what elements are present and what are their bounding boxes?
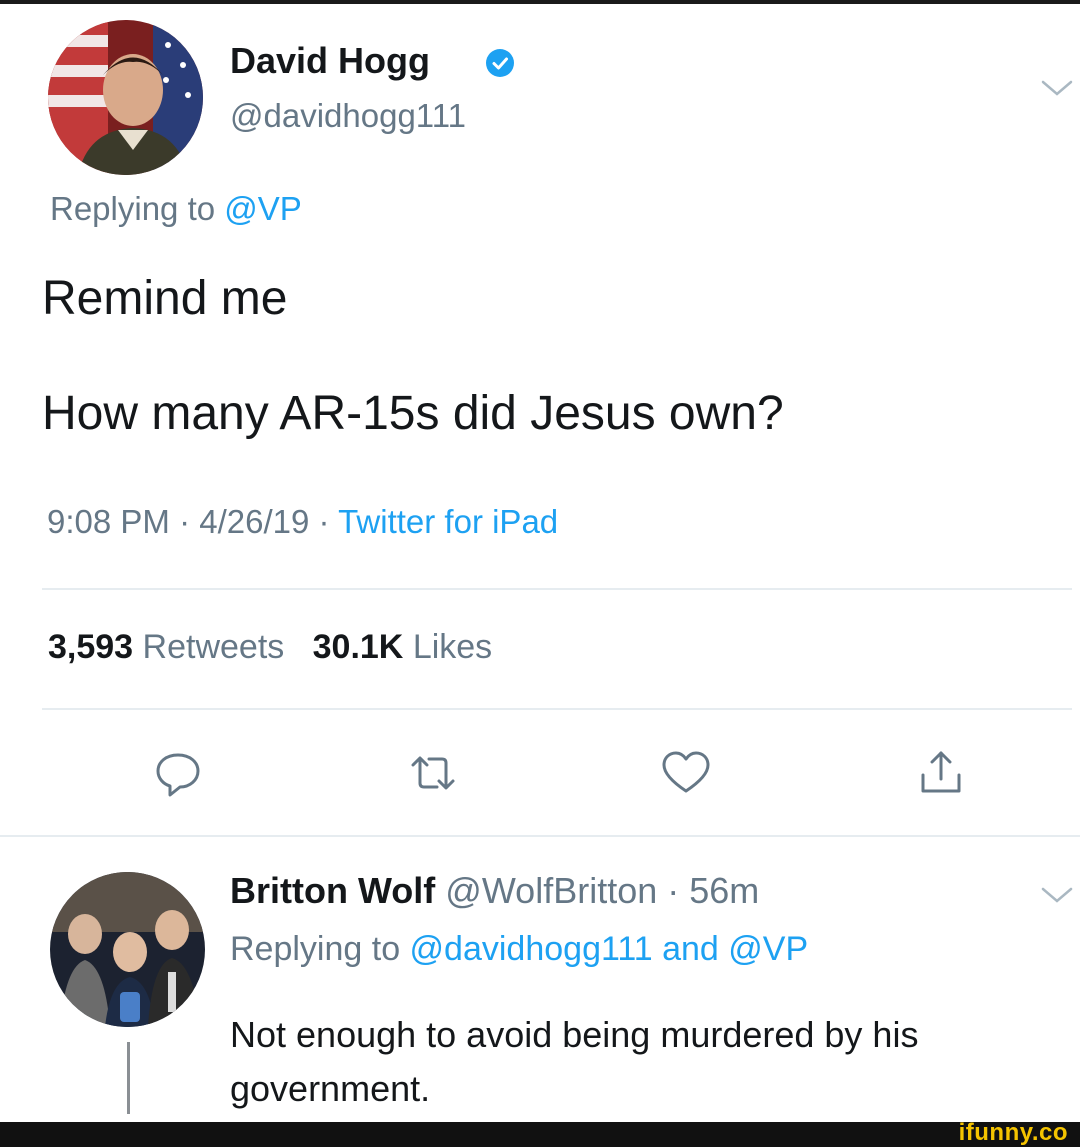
replying-to-link-1[interactable]: @davidhogg111 <box>410 930 653 968</box>
reply-author-name[interactable]: Britton Wolf <box>230 870 435 911</box>
reply-age[interactable]: 56m <box>689 870 759 911</box>
reply-author-avatar[interactable] <box>50 872 205 1027</box>
chevron-down-icon[interactable] <box>1040 78 1074 98</box>
like-icon[interactable] <box>658 745 714 801</box>
tweet-meta: 9:08 PM · 4/26/19 · Twitter for iPad <box>47 503 559 540</box>
author-handle[interactable]: @davidhogg111 <box>230 97 466 135</box>
verified-badge-icon <box>486 49 514 77</box>
replying-to-link[interactable]: @VP <box>224 190 302 227</box>
tweet-stats: 3,593 Retweets 30.1K Likes <box>48 628 492 667</box>
reply-replying-to: Replying to @davidhogg111 and @VP <box>230 930 809 968</box>
reply-icon[interactable] <box>150 745 206 801</box>
divider-bottom <box>0 835 1080 837</box>
tweet-text-line-2: How many AR-15s did Jesus own? <box>42 387 784 440</box>
tweet-text-line-1: Remind me <box>42 272 288 325</box>
ifunny-watermark: ifunny.co <box>958 1119 1068 1146</box>
top-rule <box>0 0 1080 4</box>
replying-to: Replying to @VP <box>50 190 302 227</box>
reply-header: Britton Wolf @WolfBritton · 56m <box>230 870 760 911</box>
footer-bar: ifunny.co <box>0 1119 1080 1147</box>
tweet-date[interactable]: 4/26/19 <box>199 503 309 540</box>
author-name[interactable]: David Hogg <box>230 40 430 82</box>
reply-text: Not enough to avoid being murdered by hi… <box>230 1014 919 1109</box>
reply-author-handle[interactable]: @WolfBritton <box>445 870 657 911</box>
divider-top <box>42 588 1072 590</box>
likes-stat[interactable]: 30.1K Likes <box>313 628 493 666</box>
retweet-icon[interactable] <box>405 745 461 801</box>
tweet-time: 9:08 PM <box>47 503 170 540</box>
reply-chevron-down-icon[interactable] <box>1040 885 1074 905</box>
thread-line <box>127 1042 130 1114</box>
retweets-stat[interactable]: 3,593 Retweets <box>48 628 284 666</box>
divider-middle <box>42 708 1072 710</box>
tweet-source[interactable]: Twitter for iPad <box>338 503 558 540</box>
replying-to-link-2[interactable]: @VP <box>728 930 808 968</box>
author-avatar[interactable] <box>48 20 203 175</box>
share-icon[interactable] <box>913 745 969 801</box>
